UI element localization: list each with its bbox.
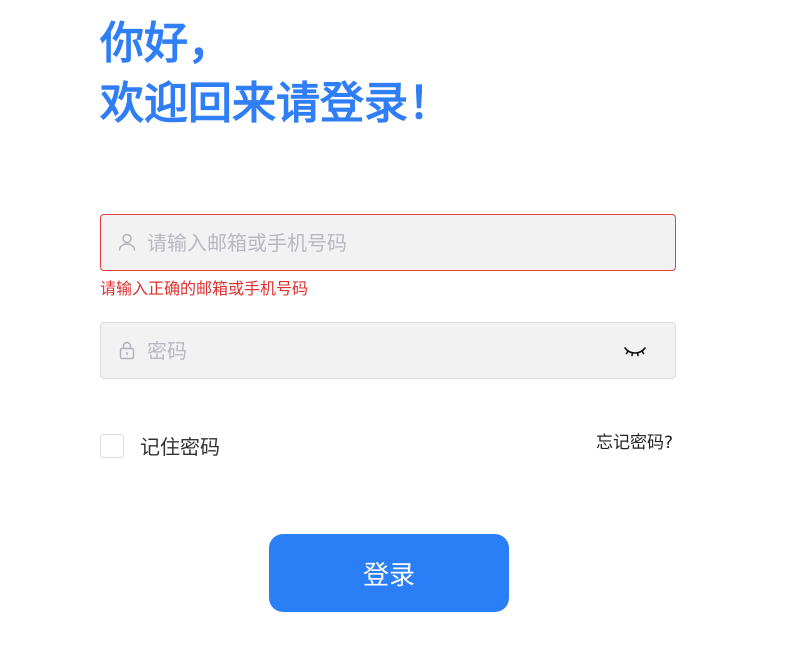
account-input[interactable] [147,215,617,270]
password-input[interactable] [147,323,617,378]
greeting-heading: 你好， 欢迎回来请登录！ [100,14,452,134]
password-field[interactable] [100,322,676,379]
forgot-password-link[interactable]: 忘记密码? [596,428,673,453]
greeting-line-1: 你好， [100,18,232,69]
lock-icon [117,340,137,360]
remember-label[interactable]: 记住密码 [140,431,220,460]
greeting-line-2: 欢迎回来请登录！ [100,78,452,129]
account-error-message: 请输入正确的邮箱或手机号码 [100,279,309,298]
login-button[interactable]: 登录 [269,534,509,612]
account-field[interactable] [100,214,676,271]
remember-password: 记住密码 [100,431,220,460]
eye-closed-icon[interactable] [623,341,647,361]
user-icon [117,232,137,252]
remember-checkbox[interactable] [100,433,124,458]
